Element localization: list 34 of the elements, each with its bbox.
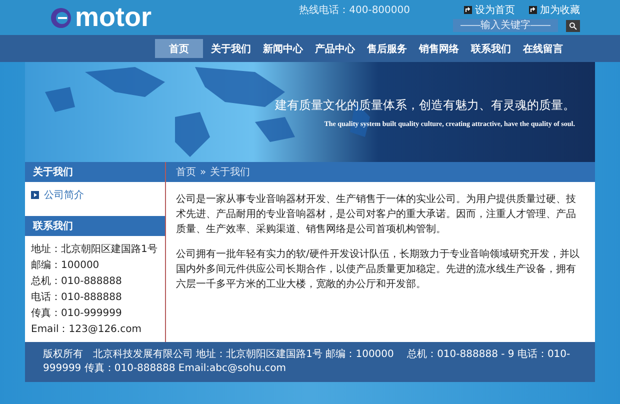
contact-line: 总机：010-888888: [30, 274, 123, 289]
arrow-icon: [529, 6, 537, 14]
sidebar-heading: 关于我们: [25, 162, 165, 182]
nav-tab[interactable]: 新闻中心: [259, 39, 307, 58]
footer-text: 版权所有 北京科技发展有限公司 地址：北京朝阳区建国路1号 邮编：100000 总机：010-888888 - 9 电话：010-999999 传真：010-888888 Email:abc@sohu.com: [25, 342, 595, 382]
sidebar-heading: 联系我们: [25, 216, 165, 236]
contact-line: 邮编：100000: [30, 258, 100, 273]
hotline-text: 热线电话：400-800000: [299, 4, 410, 17]
search-button[interactable]: [566, 20, 580, 32]
nav-tab[interactable]: 销售网络: [415, 39, 463, 58]
breadcrumb-separator: »: [200, 166, 206, 178]
body-paragraph: 公司拥有一批年轻有实力的软/硬件开发设计队伍，长期致力于专业音响领域研究开发，并以国内外多间元件供应公司长期合作，以使产品质量更加稳定。先进的流水线生产设备，拥有六层一千多平方米的工业大楼，宽敞的办公厅和开发部。: [176, 248, 580, 292]
contact-line: 地址：北京朝阳区建国路1号: [30, 242, 158, 257]
arrow-icon: [464, 6, 472, 14]
search-icon: [569, 22, 577, 30]
banner-slogan: 建有质量文化的质量体系，创造有魅力、有灵魂的质量。: [275, 96, 575, 114]
nav-tab[interactable]: 在线留言: [519, 39, 567, 58]
sidebar-link[interactable]: 公司简介: [25, 182, 165, 216]
breadcrumb-item[interactable]: 关于我们: [210, 165, 250, 179]
header-link[interactable]: 加为收藏: [529, 3, 580, 17]
logo-icon: [50, 6, 72, 28]
contact-line: 传真：010-999999: [30, 306, 123, 321]
contact-line: 电话：010-888888: [30, 290, 123, 305]
nav-tab[interactable]: 关于我们: [207, 39, 255, 58]
body-paragraph: 公司是一家从事专业音响器材开发、生产销售于一体的实业公司。为用户提供质量过硬、技术先进、产品耐用的专业音响器材，是公司对客户的重大承诺。因而，注重人才管理、产品质量、生产效率、采购渠道、销售网络是公司首项机构管制。: [176, 192, 577, 237]
breadcrumb-item[interactable]: 首页: [176, 165, 196, 179]
nav-tab[interactable]: 售后服务: [363, 39, 411, 58]
logo-text: motor: [75, 4, 152, 31]
search-field[interactable]: ——输入关键字——: [453, 19, 558, 32]
arrow-icon: [31, 191, 39, 199]
nav-tab[interactable]: 产品中心: [311, 39, 359, 58]
nav-tab[interactable]: 联系我们: [467, 39, 515, 58]
header-link[interactable]: 设为首页: [464, 3, 515, 17]
contact-line: Email：123@126.com: [30, 323, 142, 337]
